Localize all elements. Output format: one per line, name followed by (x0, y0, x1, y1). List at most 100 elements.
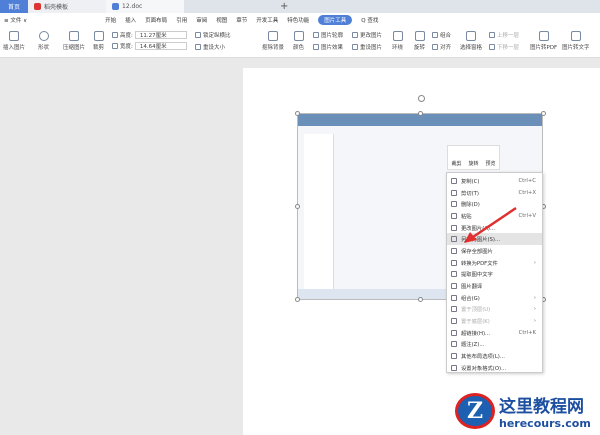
selection-pane-button[interactable]: 选择窗格 (460, 31, 482, 51)
height-field: 高度: 11.27厘米 (112, 31, 187, 39)
context-menu-item[interactable]: 提取图中文字 (447, 269, 542, 281)
text-icon (570, 31, 581, 41)
width-icon (112, 43, 118, 49)
context-menu-item[interactable]: 超链接(H)... Ctrl+K (447, 327, 542, 339)
pdf-icon (538, 31, 549, 41)
lock-ratio-checkbox[interactable]: 锁定纵横比 (195, 31, 231, 39)
context-menu: 复制(C) Ctrl+C 剪切(T) Ctrl+X 删除(D) 粘贴 Ctrl+V 更改图片(… (446, 172, 543, 373)
wrap-button[interactable]: 环绕 (392, 31, 403, 51)
label: 锁定纵横比 (203, 33, 231, 39)
width-input[interactable]: 14.64厘米 (134, 42, 187, 50)
watermark-logo: Z (455, 393, 495, 429)
menu-item-icon (451, 294, 457, 301)
crop-button[interactable]: 裁剪 (93, 31, 104, 51)
context-menu-item[interactable]: 置于底层(K) › (447, 315, 542, 327)
resize-handle[interactable] (418, 297, 423, 302)
menu-tab[interactable]: 引用 (176, 16, 187, 24)
context-menu-item[interactable]: 组合(G) › (447, 292, 542, 304)
search-button[interactable]: Q 查找 (361, 16, 378, 24)
to-pdf-button[interactable]: 图片转PDF (530, 31, 557, 51)
label: 图片效果 (321, 45, 344, 51)
mini-crop-button[interactable]: 裁剪 (451, 160, 461, 167)
menu-tab[interactable]: 页面布局 (145, 16, 167, 24)
menu-item-label: 保存全部图片 (461, 248, 493, 255)
file-menu[interactable]: ≡ 文件 ∨ (4, 16, 27, 24)
resize-handle[interactable] (418, 111, 423, 116)
tab-docer[interactable]: 稻壳模板 (28, 0, 106, 13)
menu-item-label: 置于顶层(U) (461, 307, 491, 314)
reset-size-button[interactable]: 重设大小 (195, 43, 225, 51)
menu-item-icon (451, 259, 457, 266)
menu-tab[interactable]: 章节 (236, 16, 247, 24)
context-menu-item[interactable]: 设置对象格式(O)... (447, 362, 542, 374)
label: 抠除背景 (262, 45, 285, 51)
rotate-handle[interactable] (418, 95, 425, 102)
menu-tab[interactable]: 特色功能 (287, 16, 309, 24)
menu-tab[interactable]: 视图 (216, 16, 227, 24)
mini-rotate-button[interactable]: 旋转 (468, 160, 478, 167)
menu-item-icon (451, 189, 457, 196)
color-button[interactable]: 颜色 (293, 31, 304, 51)
context-menu-item[interactable]: 图片翻译 (447, 280, 542, 292)
context-menu-item[interactable]: 其他布局选项(L)... (447, 350, 542, 362)
remove-bg-button[interactable]: 抠除背景 (262, 31, 284, 51)
watermark: Z 这里教程网 herecours.com (455, 392, 591, 430)
change-picture-icon (352, 32, 358, 38)
color-icon (293, 31, 304, 41)
menu-item-icon (451, 271, 457, 278)
menu-item-icon (451, 201, 457, 208)
outline-button[interactable]: 图片轮廓 (313, 31, 343, 39)
label: 图片轮廓 (321, 33, 344, 39)
compress-button[interactable]: 压缩图片 (63, 31, 85, 51)
picture-icon (9, 31, 19, 41)
label: 插入图片 (3, 45, 26, 51)
crop-icon (93, 31, 104, 41)
menu-item-label: 设置对象格式(O)... (461, 365, 507, 372)
tab-home[interactable]: 首页 (0, 0, 28, 13)
menu-item-icon (451, 224, 457, 231)
mini-preview-button[interactable]: 预览 (485, 160, 495, 167)
height-icon (112, 32, 118, 38)
effects-button[interactable]: 图片效果 (313, 43, 343, 51)
menu-tab[interactable]: 开始 (105, 16, 116, 24)
insert-picture-button[interactable]: 插入图片 (3, 31, 25, 51)
label: 更改图片 (360, 33, 383, 39)
context-menu-item[interactable]: 题注(Z)... (447, 339, 542, 351)
align-button[interactable]: 对齐 (432, 43, 451, 51)
context-menu-item[interactable]: 保存全部图片 (447, 245, 542, 257)
context-menu-item[interactable]: 转换为PDF文件 › (447, 257, 542, 269)
menu-tab[interactable]: 开发工具 (256, 16, 278, 24)
context-menu-item[interactable]: 复制(C) Ctrl+C (447, 175, 542, 187)
height-input[interactable]: 11.27厘米 (134, 31, 187, 39)
menu-bar: ≡ 文件 ∨ 开始 插入 页面布局 引用 审阅 视图 章节 开发工具 特色功能 … (0, 13, 600, 27)
new-tab-button[interactable]: + (274, 0, 294, 13)
send-backward-button[interactable]: 下移一层 (489, 43, 519, 51)
tab-document[interactable]: 12.doc (106, 0, 184, 13)
menu-tab-picture-tools[interactable]: 图片工具 (318, 15, 353, 25)
change-picture-button[interactable]: 更改图片 (352, 31, 382, 39)
resize-handle[interactable] (541, 111, 546, 116)
label: 重设图片 (360, 45, 383, 51)
selection-pane-icon (466, 31, 476, 41)
menu-item-icon (451, 283, 457, 290)
wrap-icon (392, 31, 403, 41)
to-text-button[interactable]: 图片转文字 (562, 31, 590, 51)
menu-item-shortcut: › (533, 294, 536, 301)
shape-button[interactable]: 形状 (38, 31, 49, 51)
bring-forward-button[interactable]: 上移一层 (489, 31, 519, 39)
context-menu-item[interactable]: 剪切(T) Ctrl+X (447, 187, 542, 199)
rotate-button[interactable]: 旋转 (414, 31, 425, 51)
reset-picture-button[interactable]: 重设图片 (352, 43, 382, 51)
menu-tab[interactable]: 插入 (125, 16, 136, 24)
group-icon (432, 32, 438, 38)
resize-handle[interactable] (295, 111, 300, 116)
menu-item-shortcut: Ctrl+X (518, 189, 537, 196)
resize-handle[interactable] (295, 204, 300, 209)
resize-handle[interactable] (295, 297, 300, 302)
context-menu-item[interactable]: 置于顶层(U) › (447, 304, 542, 316)
menu-item-shortcut: Ctrl+K (518, 329, 536, 336)
align-icon (432, 44, 438, 50)
group-button[interactable]: 组合 (432, 31, 451, 39)
menu-tab[interactable]: 审阅 (196, 16, 207, 24)
label: 对齐 (440, 45, 452, 51)
